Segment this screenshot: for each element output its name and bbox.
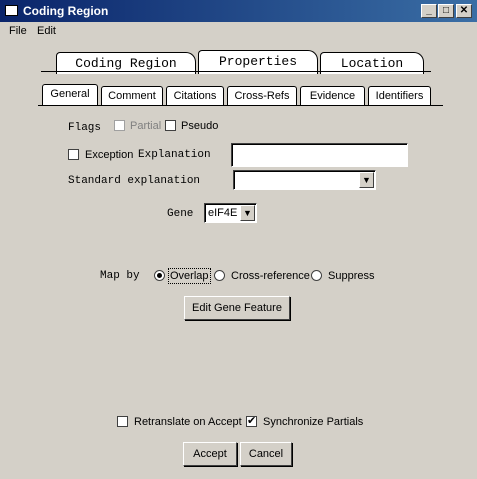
standard-explanation-label: Standard explanation <box>68 175 201 187</box>
tab-comment[interactable]: Comment <box>101 86 163 106</box>
explanation-input[interactable] <box>231 143 408 167</box>
cross-reference-label: Cross-reference <box>231 270 310 282</box>
tab-cross-refs[interactable]: Cross-Refs <box>227 86 297 106</box>
retranslate-label: Retranslate on Accept <box>134 416 242 428</box>
standard-explanation-dropdown[interactable]: ▼ <box>233 170 376 190</box>
edit-gene-feature-button[interactable]: Edit Gene Feature <box>184 296 290 320</box>
chevron-down-icon[interactable]: ▼ <box>359 172 374 188</box>
gene-dropdown[interactable]: eIF4E ▼ <box>204 203 257 223</box>
pseudo-label: Pseudo <box>181 120 219 132</box>
exception-checkbox[interactable] <box>68 149 79 160</box>
maximize-button[interactable]: □ <box>438 4 454 18</box>
tab-citations[interactable]: Citations <box>166 86 224 106</box>
cancel-button[interactable]: Cancel <box>240 442 292 466</box>
sub-tab-baseline <box>38 105 443 106</box>
window-title: Coding Region <box>23 4 109 18</box>
menu-file[interactable]: File <box>9 23 27 39</box>
minimize-button[interactable]: _ <box>421 4 437 18</box>
overlap-label: Overlap <box>168 268 211 284</box>
sync-partials-checkbox[interactable] <box>246 414 257 428</box>
suppress-radio[interactable] <box>311 270 322 281</box>
gene-label: Gene <box>167 208 194 220</box>
flags-label: Flags <box>68 122 102 134</box>
exception-label: Exception <box>85 149 134 161</box>
window-icon <box>5 5 18 16</box>
sync-partials-label: Synchronize Partials <box>263 416 364 428</box>
menu-edit[interactable]: Edit <box>37 23 56 39</box>
explanation-label: Explanation <box>138 149 211 161</box>
tab-general[interactable]: General <box>42 84 98 106</box>
tab-identifiers[interactable]: Identifiers <box>368 86 431 106</box>
map-by-label: Map by <box>100 270 140 282</box>
tab-evidence[interactable]: Evidence <box>300 86 365 106</box>
suppress-label: Suppress <box>328 270 375 282</box>
cross-reference-radio[interactable] <box>214 270 225 281</box>
gene-value: eIF4E <box>208 207 238 219</box>
accept-button[interactable]: Accept <box>183 442 237 466</box>
main-tab-baseline <box>41 71 431 72</box>
overlap-radio[interactable] <box>154 270 165 281</box>
pseudo-checkbox[interactable] <box>165 120 176 131</box>
partial-checkbox[interactable] <box>114 120 125 131</box>
retranslate-checkbox[interactable] <box>117 416 128 427</box>
close-button[interactable]: ✕ <box>456 4 472 18</box>
partial-label: Partial <box>130 120 162 132</box>
chevron-down-icon[interactable]: ▼ <box>240 205 255 221</box>
